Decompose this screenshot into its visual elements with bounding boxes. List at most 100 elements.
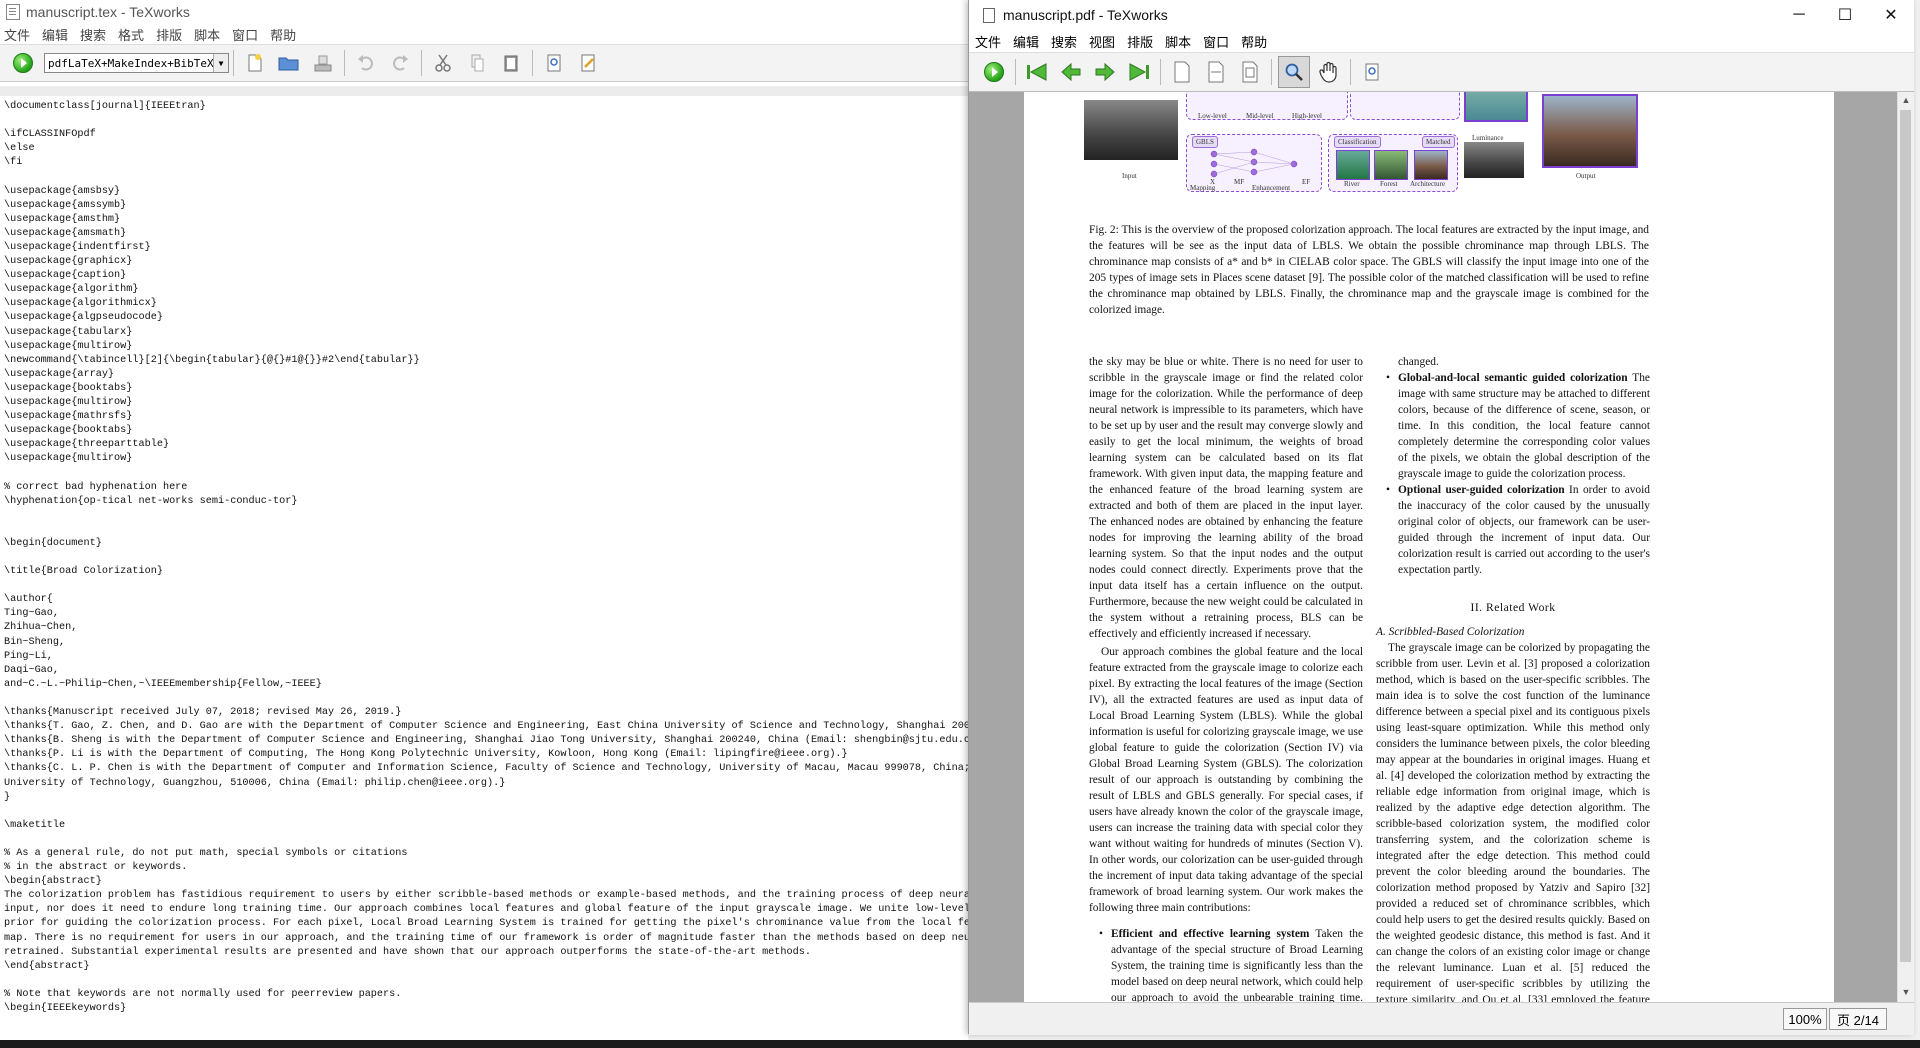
- source-line[interactable]: \thanks{C. L. P. Chen is with the Depart…: [4, 762, 968, 776]
- source-line[interactable]: [4, 692, 968, 706]
- viewer-menu-item[interactable]: 排版: [1127, 32, 1153, 51]
- zoom-level[interactable]: 100%: [1783, 1008, 1827, 1030]
- source-line[interactable]: % Note that keywords are not normally us…: [4, 988, 968, 1002]
- pdf-view[interactable]: Input Low-level Mid-level High-level Lum…: [969, 92, 1897, 1002]
- open-file-button[interactable]: [274, 48, 304, 78]
- viewer-menu-item[interactable]: 脚本: [1165, 32, 1191, 51]
- undo-button[interactable]: [351, 48, 381, 78]
- first-page-button[interactable]: [1022, 57, 1052, 87]
- source-line[interactable]: \usepackage{array}: [4, 368, 968, 382]
- source-line[interactable]: The colorization problem has fastidious …: [4, 889, 968, 903]
- source-line[interactable]: \usepackage{tabularx}: [4, 326, 968, 340]
- source-line[interactable]: \maketitle: [4, 819, 968, 833]
- editor-menu-item[interactable]: 脚本: [194, 25, 220, 44]
- source-line[interactable]: \else: [4, 142, 968, 156]
- viewer-menu-item[interactable]: 窗口: [1203, 32, 1229, 51]
- minimize-icon[interactable]: ─: [1776, 0, 1822, 30]
- source-line[interactable]: \usepackage{caption}: [4, 269, 968, 283]
- source-line[interactable]: Zhihua~Chen,: [4, 621, 968, 635]
- source-line[interactable]: University of Technology, Guangzhou, 510…: [4, 777, 968, 791]
- find-button[interactable]: [539, 48, 569, 78]
- source-line[interactable]: \usepackage{amsmath}: [4, 227, 968, 241]
- source-line[interactable]: Ping~Li,: [4, 650, 968, 664]
- source-line[interactable]: \thanks{Manuscript received July 07, 201…: [4, 706, 968, 720]
- source-line[interactable]: \usepackage{amsbsy}: [4, 185, 968, 199]
- source-line[interactable]: \usepackage{multirow}: [4, 396, 968, 410]
- source-line[interactable]: \begin{IEEEkeywords}: [4, 1002, 968, 1016]
- source-line[interactable]: \hyphenation{op-tical net-works semi-con…: [4, 495, 968, 509]
- source-line[interactable]: [4, 509, 968, 523]
- redo-button[interactable]: [385, 48, 415, 78]
- source-line[interactable]: Bin~Sheng,: [4, 636, 968, 650]
- scrollbar-thumb[interactable]: [1900, 110, 1911, 962]
- source-line[interactable]: prior for guiding the colorization proce…: [4, 917, 968, 931]
- source-line[interactable]: \usepackage{algorithm}: [4, 283, 968, 297]
- source-line[interactable]: [4, 114, 968, 128]
- source-line[interactable]: map. There is no requirement for users i…: [4, 932, 968, 946]
- source-line[interactable]: % correct bad hyphenation here: [4, 481, 968, 495]
- source-line[interactable]: [4, 579, 968, 593]
- engine-select[interactable]: pdfLaTeX+MakeIndex+BibTeX ▼: [44, 53, 229, 73]
- source-line[interactable]: \ifCLASSINFOpdf: [4, 128, 968, 142]
- source-line[interactable]: \usepackage{graphicx}: [4, 255, 968, 269]
- source-line[interactable]: \begin{abstract}: [4, 875, 968, 889]
- scroll-down-icon[interactable]: ▼: [1898, 984, 1914, 1000]
- source-line[interactable]: \thanks{B. Sheng is with the Department …: [4, 734, 968, 748]
- source-line[interactable]: \usepackage{mathrsfs}: [4, 410, 968, 424]
- viewer-menu-item[interactable]: 文件: [975, 32, 1001, 51]
- source-line[interactable]: input, nor does it need to endure long t…: [4, 903, 968, 917]
- source-line[interactable]: \usepackage{threeparttable}: [4, 438, 968, 452]
- page-indicator[interactable]: 页 2/14: [1829, 1008, 1887, 1030]
- viewer-menu-item[interactable]: 视图: [1089, 32, 1115, 51]
- source-line[interactable]: \usepackage{multirow}: [4, 452, 968, 466]
- source-line[interactable]: [4, 551, 968, 565]
- scroll-tool-button[interactable]: [1314, 57, 1344, 87]
- editor-menu-item[interactable]: 文件: [4, 25, 30, 44]
- source-line[interactable]: \author{: [4, 593, 968, 607]
- source-line[interactable]: \thanks{T. Gao, Z. Chen, and D. Gao are …: [4, 720, 968, 734]
- last-page-button[interactable]: [1124, 57, 1154, 87]
- vertical-scrollbar[interactable]: ▲ ▼: [1897, 92, 1914, 1002]
- save-button[interactable]: [308, 48, 338, 78]
- source-line[interactable]: Ting~Gao,: [4, 607, 968, 621]
- fit-width-button[interactable]: [1201, 57, 1231, 87]
- typeset-button[interactable]: [979, 57, 1009, 87]
- source-line[interactable]: % in the abstract or keywords.: [4, 861, 968, 875]
- source-line[interactable]: \usepackage{amsthm}: [4, 213, 968, 227]
- source-line[interactable]: \usepackage{algpseudocode}: [4, 311, 968, 325]
- source-line[interactable]: \usepackage{indentfirst}: [4, 241, 968, 255]
- source-editor[interactable]: \documentclass[journal]{IEEEtran} \ifCLAS…: [4, 100, 968, 1030]
- close-icon[interactable]: ✕: [1868, 0, 1914, 30]
- source-line[interactable]: \usepackage{multirow}: [4, 340, 968, 354]
- scroll-up-icon[interactable]: ▲: [1898, 92, 1914, 108]
- source-line[interactable]: }: [4, 791, 968, 805]
- source-line[interactable]: \newcommand{\tabincell}[2]{\begin{tabula…: [4, 354, 968, 368]
- viewer-menu-item[interactable]: 编辑: [1013, 32, 1039, 51]
- source-line[interactable]: retrained. Substantial experimental resu…: [4, 946, 968, 960]
- source-line[interactable]: \usepackage{booktabs}: [4, 424, 968, 438]
- source-line[interactable]: \usepackage{algorithmicx}: [4, 297, 968, 311]
- maximize-icon[interactable]: ☐: [1822, 0, 1868, 30]
- source-line[interactable]: and~C.~L.~Philip~Chen,~\IEEEmembership{F…: [4, 678, 968, 692]
- viewer-menu-item[interactable]: 帮助: [1241, 32, 1267, 51]
- source-line[interactable]: \end{abstract}: [4, 960, 968, 974]
- viewer-menu-item[interactable]: 搜索: [1051, 32, 1077, 51]
- next-page-button[interactable]: [1090, 57, 1120, 87]
- source-line[interactable]: Daqi~Gao,: [4, 664, 968, 678]
- previous-page-button[interactable]: [1056, 57, 1086, 87]
- editor-menu-item[interactable]: 格式: [118, 25, 144, 44]
- actual-size-button[interactable]: [1167, 57, 1197, 87]
- find-button[interactable]: [1357, 57, 1387, 87]
- cut-button[interactable]: [428, 48, 458, 78]
- source-line[interactable]: [4, 974, 968, 988]
- new-file-button[interactable]: [240, 48, 270, 78]
- copy-button[interactable]: [462, 48, 492, 78]
- paste-button[interactable]: [496, 48, 526, 78]
- source-line[interactable]: % As a general rule, do not put math, sp…: [4, 847, 968, 861]
- source-line[interactable]: [4, 523, 968, 537]
- source-line[interactable]: \begin{document}: [4, 537, 968, 551]
- editor-menu-item[interactable]: 编辑: [42, 25, 68, 44]
- editor-menu-item[interactable]: 排版: [156, 25, 182, 44]
- editor-menu-item[interactable]: 帮助: [270, 25, 296, 44]
- source-line[interactable]: [4, 833, 968, 847]
